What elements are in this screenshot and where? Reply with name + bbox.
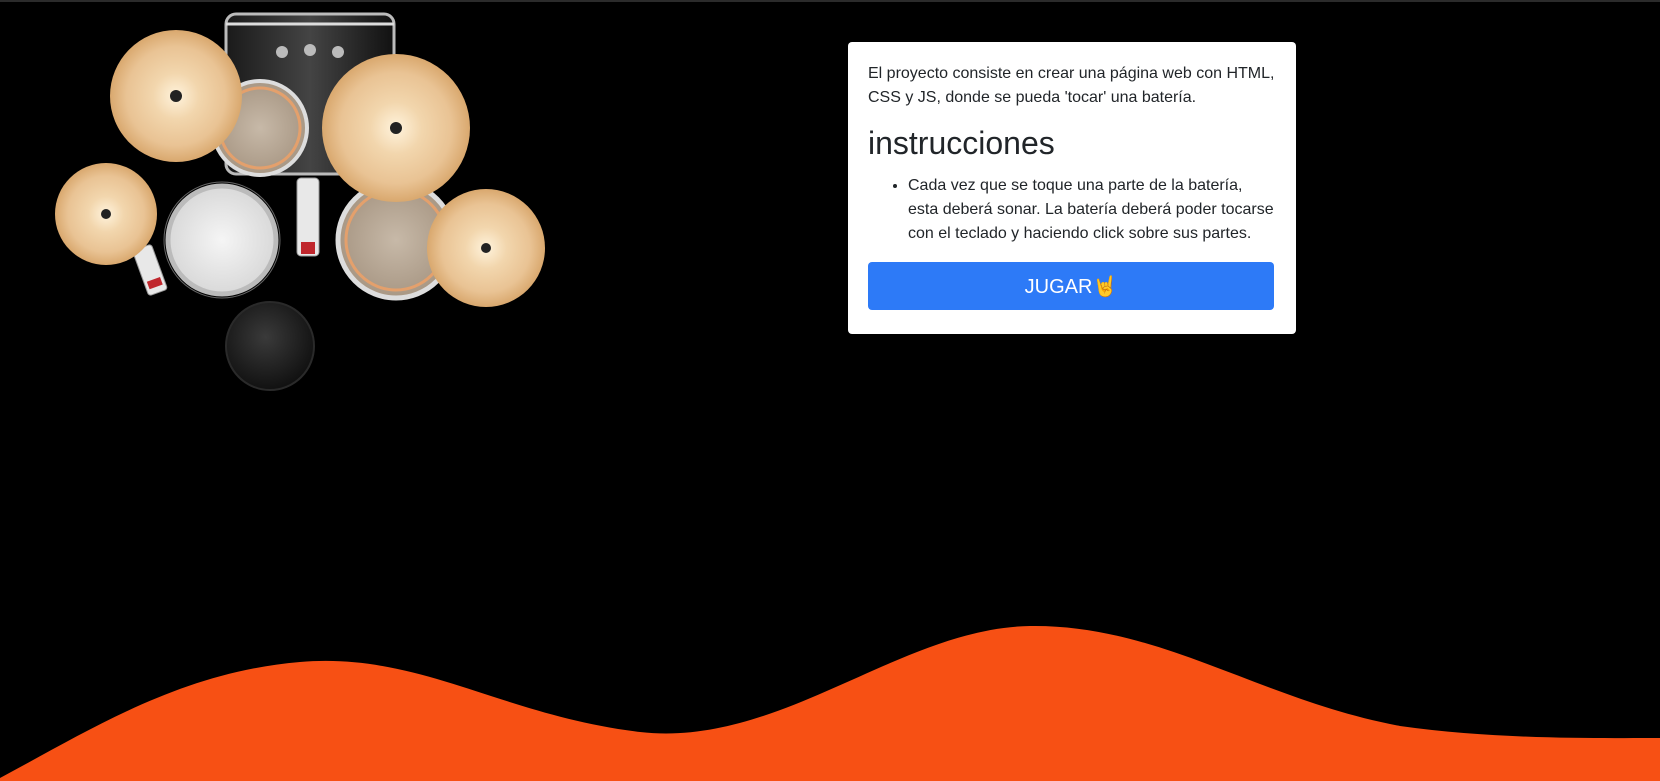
play-button[interactable]: JUGAR🤘 — [868, 262, 1274, 310]
page: El proyecto consiste en crear una página… — [0, 0, 1660, 781]
info-card: El proyecto consiste en crear una página… — [848, 42, 1296, 334]
instructions-heading: instrucciones — [868, 125, 1055, 161]
instructions-list: Cada vez que se toque una parte de la ba… — [868, 174, 1276, 246]
project-description: El proyecto consiste en crear una página… — [868, 65, 1275, 106]
instruction-item: Cada vez que se toque una parte de la ba… — [908, 174, 1276, 246]
wave-decoration — [0, 625, 1660, 781]
